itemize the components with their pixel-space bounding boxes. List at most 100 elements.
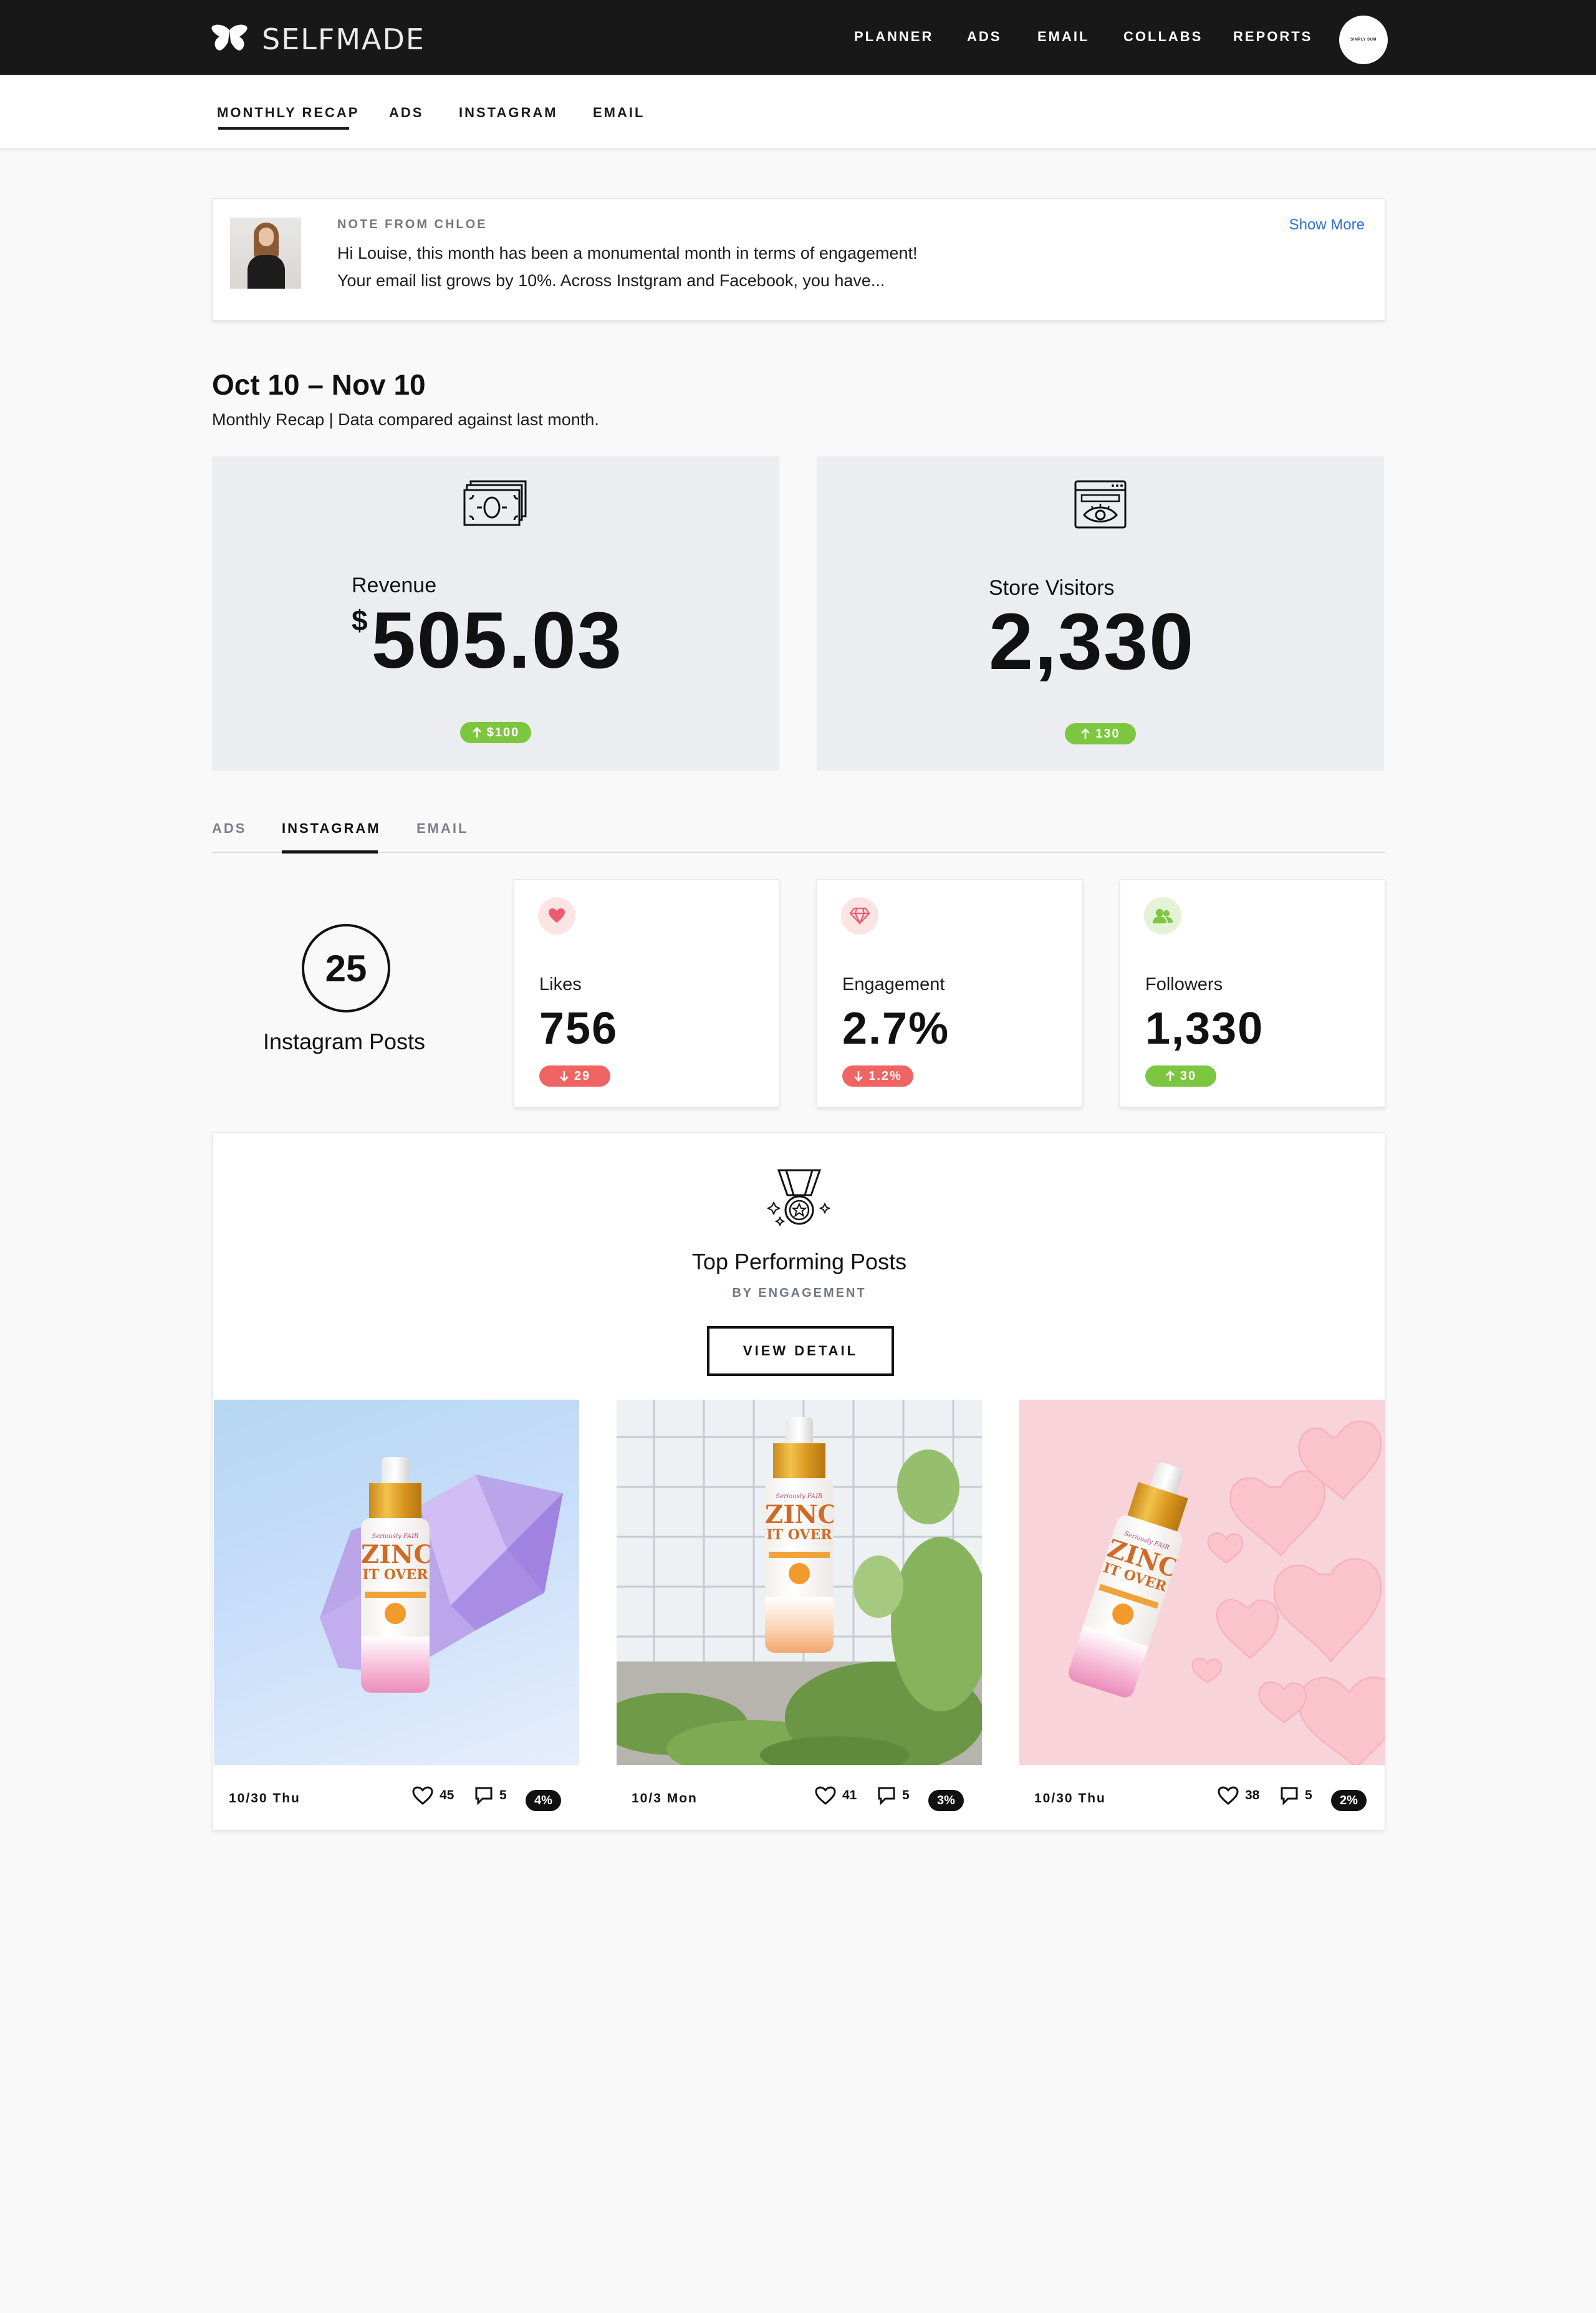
- nav-collabs[interactable]: COLLABS: [1123, 29, 1203, 45]
- product-bottle: Seriously FAIR ZINC IT OVER: [361, 1457, 430, 1694]
- money-icon: [463, 480, 527, 526]
- subnav-ads[interactable]: ADS: [389, 105, 423, 121]
- post-likes: 41: [815, 1786, 857, 1805]
- revenue-change-badge: $100: [460, 722, 531, 743]
- bottle-name-1: ZINC: [765, 1500, 834, 1529]
- revenue-value: $505.03: [352, 595, 623, 686]
- followers-icon-badge: [1144, 897, 1181, 935]
- post-meta-1: 10/30 Thu 45 5 4%: [214, 1765, 579, 1831]
- revenue-amount: 505.03: [371, 596, 623, 685]
- engagement-label: Engagement: [842, 974, 945, 994]
- comment-icon: [1281, 1787, 1298, 1805]
- account-label: SIMPLY SUM: [1350, 38, 1377, 42]
- top-posts-subtitle: BY ENGAGEMENT: [732, 1286, 867, 1300]
- post-date: 10/3 Mon: [632, 1791, 698, 1806]
- nav-reports[interactable]: REPORTS: [1233, 29, 1312, 45]
- tab-instagram[interactable]: INSTAGRAM: [282, 820, 381, 837]
- store-visitors-value: 2,330: [989, 597, 1195, 686]
- bottle-brand: Seriously FAIR: [776, 1493, 823, 1500]
- period-title: Oct 10 – Nov 10: [212, 368, 426, 401]
- tabs-divider: [212, 852, 1385, 853]
- post-comments: 5: [1280, 1786, 1312, 1805]
- tab-email[interactable]: EMAIL: [416, 820, 468, 837]
- post-comments-count: 5: [902, 1788, 910, 1802]
- followers-icon: [1153, 909, 1173, 923]
- post-comments-count: 5: [499, 1788, 507, 1802]
- likes-change-value: 29: [574, 1069, 591, 1083]
- subnav-monthly-recap[interactable]: MONTHLY RECAP: [217, 105, 359, 121]
- arrow-up-icon: [1165, 1070, 1175, 1081]
- post-card-3[interactable]: Seriously FAIR ZINC IT OVER 10/30 Thu 38…: [1019, 1400, 1385, 1831]
- post-comments: 5: [877, 1786, 910, 1805]
- nav-email[interactable]: EMAIL: [1037, 29, 1089, 45]
- browser-eye-icon: [1074, 480, 1127, 529]
- sub-nav-bar: MONTHLY RECAP ADS INSTAGRAM EMAIL: [0, 75, 1596, 150]
- currency-symbol: $: [352, 604, 369, 637]
- hearts-illustration: [1191, 1420, 1385, 1765]
- post-image-3[interactable]: Seriously FAIR ZINC IT OVER: [1019, 1400, 1385, 1765]
- followers-card: Followers 1,330 30: [1120, 879, 1385, 1107]
- note-line-2: Your email list grows by 10%. Across Ins…: [337, 271, 885, 290]
- note-author-photo: [230, 218, 301, 289]
- engagement-icon-badge: [841, 897, 878, 935]
- note-card: NOTE FROM CHLOE Hi Louise, this month ha…: [212, 198, 1385, 320]
- top-posts-section: Top Performing Posts BY ENGAGEMENT VIEW …: [212, 1132, 1385, 1830]
- post-comments-count: 5: [1305, 1788, 1312, 1802]
- nav-ads[interactable]: ADS: [967, 29, 1001, 45]
- tab-ads[interactable]: ADS: [212, 820, 246, 837]
- post-date: 10/30 Thu: [229, 1791, 300, 1806]
- engagement-value: 2.7%: [842, 1004, 950, 1054]
- arrow-up-icon: [472, 727, 481, 738]
- heart-icon: [549, 908, 565, 923]
- bottle-name-1: ZINC: [361, 1540, 430, 1569]
- heart-outline-icon: [815, 1786, 836, 1805]
- tab-active-underline: [282, 850, 378, 854]
- product-bottle: Seriously FAIR ZINC IT OVER: [765, 1417, 834, 1654]
- post-likes-count: 41: [842, 1788, 857, 1802]
- top-nav-bar: SELFMADE PLANNER ADS EMAIL COLLABS REPOR…: [0, 0, 1596, 75]
- post-likes: 45: [412, 1786, 454, 1805]
- diamond-icon: [849, 907, 870, 925]
- likes-icon-badge: [538, 897, 575, 935]
- likes-label: Likes: [539, 974, 582, 994]
- subnav-active-underline: [218, 127, 349, 130]
- post-likes-count: 45: [440, 1788, 454, 1802]
- post-likes: 38: [1218, 1786, 1259, 1805]
- post-engagement-rate: 3%: [928, 1790, 964, 1811]
- butterfly-logo-icon: [211, 24, 248, 50]
- subnav-email[interactable]: EMAIL: [593, 105, 645, 121]
- bottle-name-2: IT OVER: [766, 1527, 832, 1543]
- post-image-2[interactable]: Seriously FAIR ZINC IT OVER: [617, 1400, 982, 1765]
- top-posts-title: Top Performing Posts: [691, 1249, 907, 1274]
- arrow-down-icon: [559, 1071, 569, 1082]
- likes-card: Likes 756 29: [514, 879, 779, 1107]
- followers-change-badge: 30: [1145, 1065, 1216, 1087]
- account-avatar[interactable]: SIMPLY SUM: [1339, 16, 1388, 64]
- post-card-1[interactable]: Seriously FAIR ZINC IT OVER 10/30 Thu 45…: [214, 1400, 579, 1831]
- heart-outline-icon: [412, 1786, 433, 1805]
- post-engagement-rate: 4%: [526, 1790, 561, 1811]
- show-more-link[interactable]: Show More: [1289, 216, 1365, 234]
- post-meta-3: 10/30 Thu 38 5 2%: [1019, 1765, 1385, 1831]
- posts-count: 25: [325, 947, 367, 989]
- likes-change-badge: 29: [539, 1065, 610, 1087]
- subnav-instagram[interactable]: INSTAGRAM: [459, 105, 558, 121]
- post-comments: 5: [474, 1786, 507, 1805]
- note-line-1: Hi Louise, this month has been a monumen…: [337, 244, 918, 262]
- post-meta-2: 10/3 Mon 41 5 3%: [617, 1765, 982, 1831]
- likes-value: 756: [539, 1004, 618, 1054]
- arrow-up-icon: [1081, 728, 1090, 739]
- view-detail-button[interactable]: VIEW DETAIL: [707, 1326, 894, 1376]
- period-subtitle: Monthly Recap | Data compared against la…: [212, 410, 599, 429]
- engagement-change-badge: 1.2%: [842, 1065, 913, 1087]
- post-engagement-rate: 2%: [1331, 1790, 1367, 1811]
- nav-planner[interactable]: PLANNER: [854, 29, 933, 45]
- followers-label: Followers: [1145, 974, 1223, 994]
- post-image-1[interactable]: Seriously FAIR ZINC IT OVER: [214, 1400, 579, 1765]
- posts-count-circle: 25: [302, 924, 390, 1012]
- logo[interactable]: SELFMADE: [211, 22, 425, 56]
- store-visitors-change-value: 130: [1095, 726, 1120, 741]
- logo-text: SELFMADE: [262, 22, 425, 56]
- post-card-2[interactable]: Seriously FAIR ZINC IT OVER 10/3 Mon 41 …: [617, 1400, 982, 1831]
- medal-icon: [766, 1169, 831, 1227]
